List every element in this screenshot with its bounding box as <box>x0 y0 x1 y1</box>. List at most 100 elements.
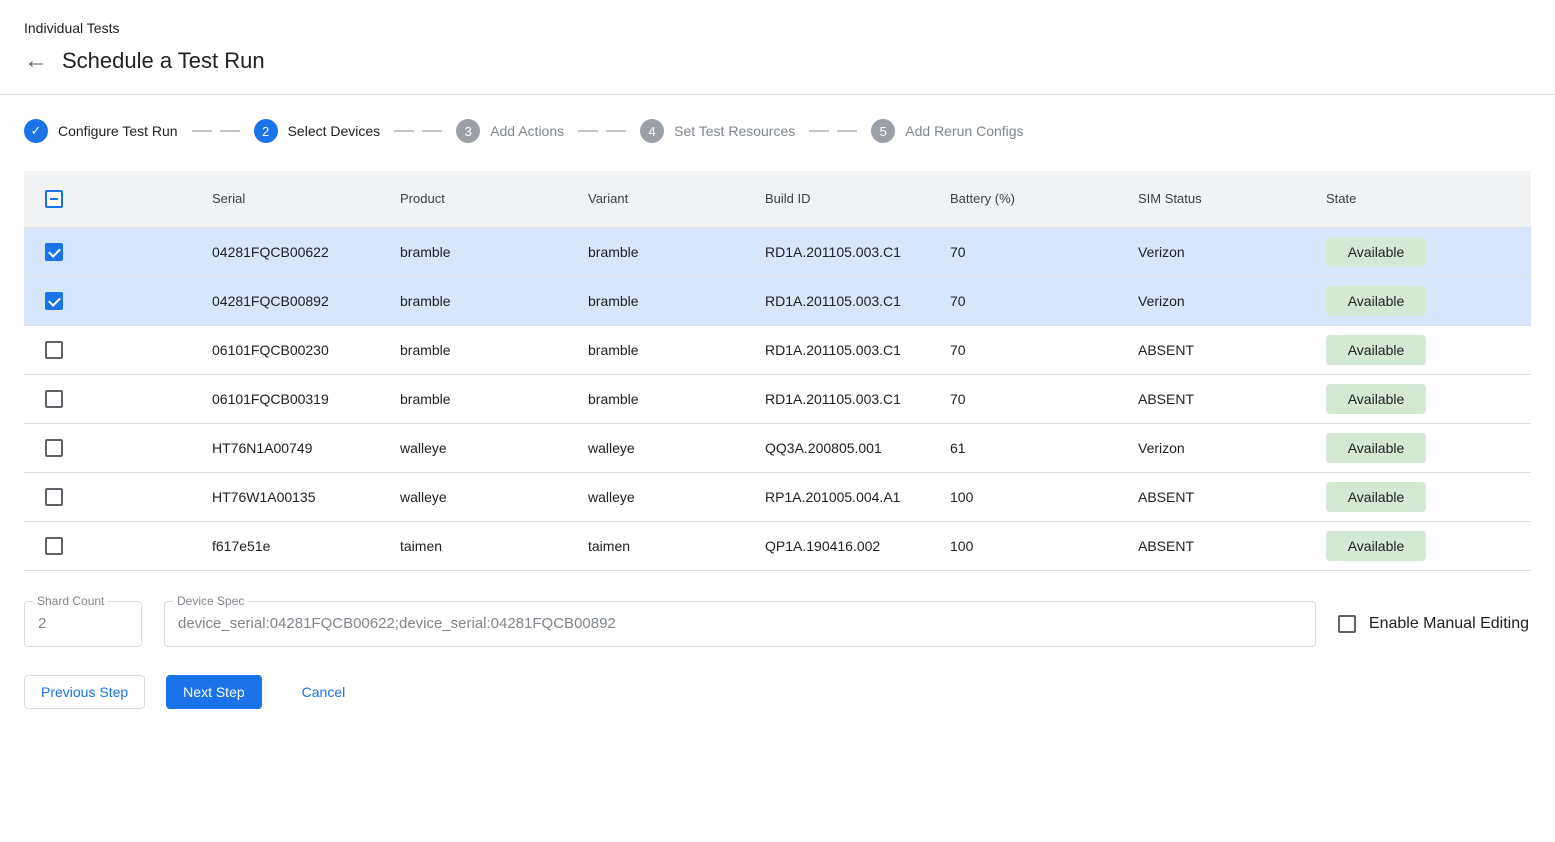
state-badge: Available <box>1326 433 1426 463</box>
step-number: 5 <box>871 119 895 143</box>
cell-product: walleye <box>392 472 580 521</box>
cell-serial: f617e51e <box>204 521 392 570</box>
step-label: Add Rerun Configs <box>905 123 1023 139</box>
cell-product: bramble <box>392 276 580 325</box>
cell-state: Available <box>1318 227 1531 276</box>
table-row[interactable]: 04281FQCB00622bramblebrambleRD1A.201105.… <box>24 227 1531 276</box>
column-header-serial: Serial <box>204 171 392 227</box>
column-header-sim-status: SIM Status <box>1130 171 1318 227</box>
row-checkbox[interactable] <box>45 390 63 408</box>
cell-state: Available <box>1318 423 1531 472</box>
device-spec-field[interactable]: Device Spec device_serial:04281FQCB00622… <box>164 601 1316 647</box>
cell-serial: 04281FQCB00622 <box>204 227 392 276</box>
table-row[interactable]: 06101FQCB00319bramblebrambleRD1A.201105.… <box>24 374 1531 423</box>
state-badge: Available <box>1326 384 1426 414</box>
step-label: Add Actions <box>490 123 564 139</box>
stepper-step-configure-test-run[interactable]: ✓Configure Test Run <box>24 119 178 143</box>
cell-sim-status: Verizon <box>1130 227 1318 276</box>
step-label: Select Devices <box>288 123 381 139</box>
cell-sim-status: ABSENT <box>1130 521 1318 570</box>
cell-battery: 100 <box>942 521 1130 570</box>
stepper-connector <box>809 130 857 132</box>
previous-step-button[interactable]: Previous Step <box>24 675 145 709</box>
cell-build-id: QP1A.190416.002 <box>757 521 942 570</box>
cell-battery: 70 <box>942 374 1130 423</box>
select-all-checkbox[interactable] <box>45 190 63 208</box>
cell-checkbox <box>24 276 204 325</box>
step-label: Configure Test Run <box>58 123 178 139</box>
step-number: 3 <box>456 119 480 143</box>
shard-count-value: 2 <box>38 615 46 632</box>
table-row[interactable]: f617e51etaimentaimenQP1A.190416.002100AB… <box>24 521 1531 570</box>
cell-serial: 06101FQCB00230 <box>204 325 392 374</box>
cell-checkbox <box>24 472 204 521</box>
action-buttons: Previous Step Next Step Cancel <box>24 675 1531 709</box>
device-spec-value: device_serial:04281FQCB00622;device_seri… <box>178 615 616 632</box>
select-all-cell <box>24 171 204 227</box>
enable-manual-editing[interactable]: Enable Manual Editing <box>1338 615 1531 633</box>
stepper: ✓Configure Test Run 2 Select Devices 3 Add A… <box>0 95 1555 171</box>
stepper-step-add-rerun-configs[interactable]: 5 Add Rerun Configs <box>871 119 1023 143</box>
cell-variant: taimen <box>580 521 757 570</box>
shard-count-field[interactable]: Shard Count 2 <box>24 601 142 647</box>
enable-manual-editing-checkbox[interactable] <box>1338 615 1356 633</box>
cell-checkbox <box>24 227 204 276</box>
row-checkbox[interactable] <box>45 488 63 506</box>
cell-state: Available <box>1318 325 1531 374</box>
cell-build-id: RD1A.201105.003.C1 <box>757 276 942 325</box>
row-checkbox[interactable] <box>45 439 63 457</box>
cell-product: walleye <box>392 423 580 472</box>
cell-state: Available <box>1318 276 1531 325</box>
column-header-variant: Variant <box>580 171 757 227</box>
row-checkbox[interactable] <box>45 537 63 555</box>
next-step-button[interactable]: Next Step <box>166 675 261 709</box>
breadcrumb: Individual Tests <box>24 20 1531 36</box>
cell-sim-status: Verizon <box>1130 276 1318 325</box>
state-badge: Available <box>1326 237 1426 267</box>
cell-variant: bramble <box>580 374 757 423</box>
cell-state: Available <box>1318 521 1531 570</box>
cell-battery: 70 <box>942 276 1130 325</box>
cell-variant: walleye <box>580 472 757 521</box>
state-badge: Available <box>1326 531 1426 561</box>
cell-serial: HT76N1A00749 <box>204 423 392 472</box>
stepper-connector <box>578 130 626 132</box>
row-checkbox[interactable] <box>45 341 63 359</box>
cell-variant: walleye <box>580 423 757 472</box>
table-row[interactable]: HT76W1A00135walleyewalleyeRP1A.201005.00… <box>24 472 1531 521</box>
cancel-button[interactable]: Cancel <box>298 676 350 708</box>
cell-build-id: RD1A.201105.003.C1 <box>757 374 942 423</box>
cell-build-id: RD1A.201105.003.C1 <box>757 227 942 276</box>
cell-sim-status: ABSENT <box>1130 325 1318 374</box>
cell-serial: 06101FQCB00319 <box>204 374 392 423</box>
cell-variant: bramble <box>580 227 757 276</box>
cell-build-id: RP1A.201005.004.A1 <box>757 472 942 521</box>
stepper-step-select-devices[interactable]: 2 Select Devices <box>254 119 381 143</box>
stepper-connector <box>192 130 240 132</box>
cell-variant: bramble <box>580 276 757 325</box>
table-row[interactable]: HT76N1A00749walleyewalleyeQQ3A.200805.00… <box>24 423 1531 472</box>
row-checkbox[interactable] <box>45 243 63 261</box>
enable-manual-editing-label: Enable Manual Editing <box>1369 615 1529 633</box>
table-row[interactable]: 04281FQCB00892bramblebrambleRD1A.201105.… <box>24 276 1531 325</box>
cell-product: bramble <box>392 374 580 423</box>
cell-battery: 70 <box>942 227 1130 276</box>
row-checkbox[interactable] <box>45 292 63 310</box>
table-row[interactable]: 06101FQCB00230bramblebrambleRD1A.201105.… <box>24 325 1531 374</box>
step-number: 4 <box>640 119 664 143</box>
state-badge: Available <box>1326 482 1426 512</box>
cell-product: bramble <box>392 227 580 276</box>
state-badge: Available <box>1326 286 1426 316</box>
cell-serial: 04281FQCB00892 <box>204 276 392 325</box>
cell-state: Available <box>1318 374 1531 423</box>
step-number: 2 <box>254 119 278 143</box>
back-arrow-icon[interactable]: ← <box>24 49 48 73</box>
stepper-connector <box>394 130 442 132</box>
title-row: ← Schedule a Test Run <box>24 46 1531 94</box>
page-title: Schedule a Test Run <box>62 48 265 74</box>
cell-build-id: RD1A.201105.003.C1 <box>757 325 942 374</box>
stepper-step-set-test-resources[interactable]: 4Set Test Resources <box>640 119 795 143</box>
stepper-step-add-actions[interactable]: 3 Add Actions <box>456 119 564 143</box>
cell-battery: 100 <box>942 472 1130 521</box>
column-header-state: State <box>1318 171 1531 227</box>
